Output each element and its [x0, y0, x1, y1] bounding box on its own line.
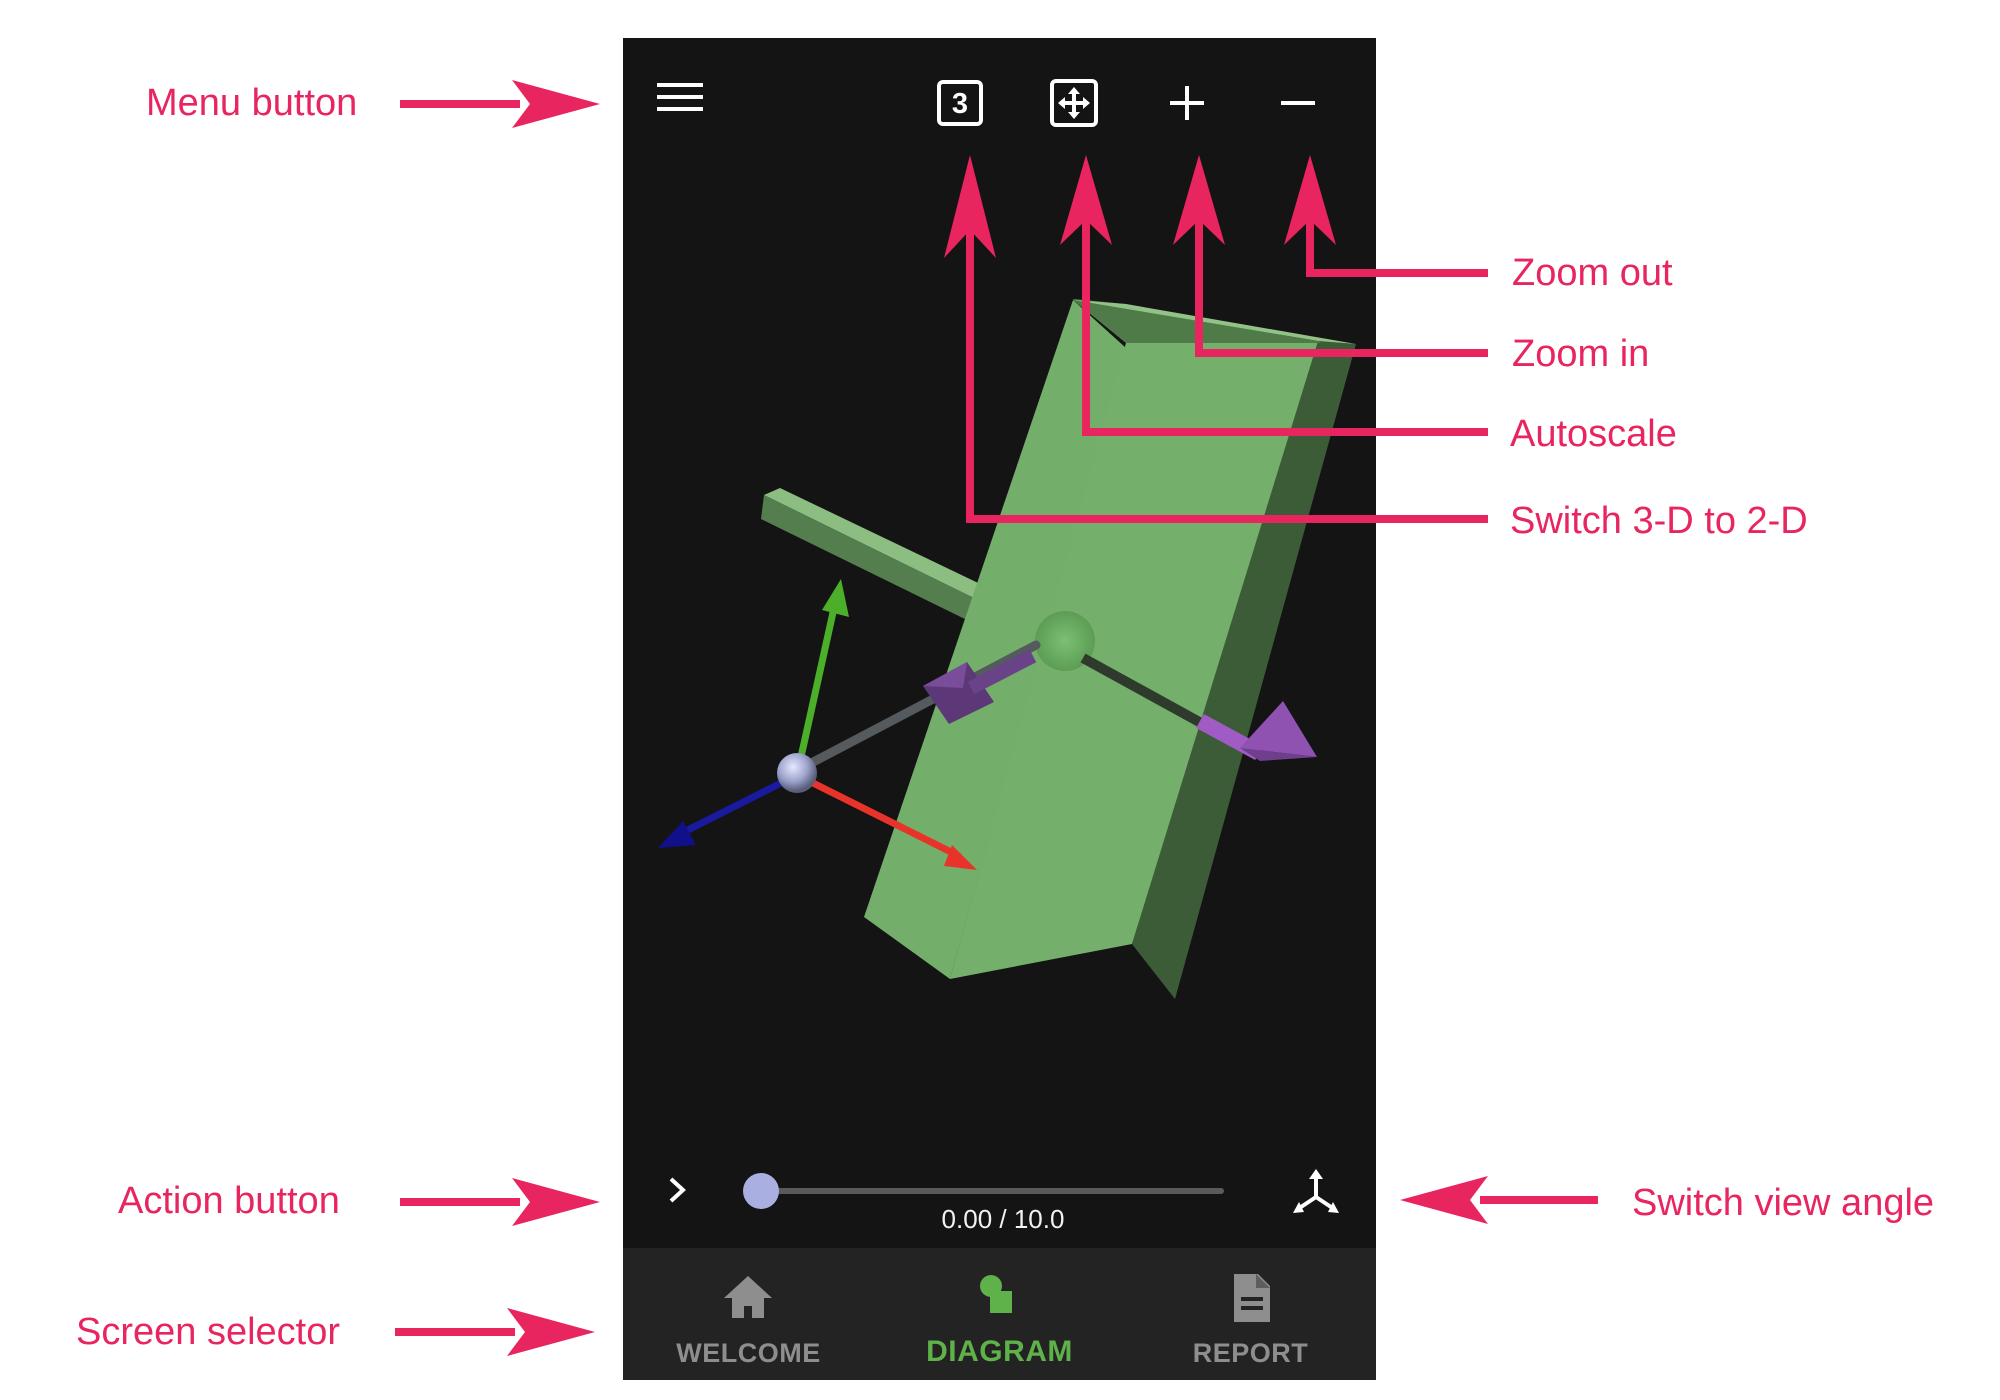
callout-action-button: Action button — [118, 1180, 340, 1222]
tab-welcome[interactable]: WELCOME — [623, 1248, 874, 1380]
callout-screen-selector: Screen selector — [76, 1311, 341, 1353]
callout-menu-button: Menu button — [146, 82, 358, 124]
tab-diagram-label: DIAGRAM — [926, 1335, 1073, 1368]
slider-track — [753, 1188, 1224, 1194]
menu-button[interactable] — [648, 65, 712, 129]
app-diagram-figure: 3 0.00 / 10.0 WELCOME DIAGRAM REPORT Men… — [0, 0, 2000, 1400]
axes-tripod-icon — [1293, 1169, 1339, 1213]
callout-autoscale: Autoscale — [1510, 413, 1677, 455]
minus-icon — [1281, 101, 1315, 105]
zoom-in-button[interactable] — [1155, 71, 1219, 135]
document-icon — [1234, 1274, 1270, 1322]
tab-report-label: REPORT — [1192, 1338, 1309, 1368]
3d-mode-icon: 3 — [937, 80, 983, 126]
zoom-out-button[interactable] — [1266, 71, 1330, 135]
home-icon — [724, 1276, 772, 1318]
app-screen: 3 0.00 / 10.0 WELCOME DIAGRAM REPORT — [623, 38, 1376, 1380]
tab-welcome-label: WELCOME — [676, 1338, 821, 1368]
callout-switch-3d-2d: Switch 3-D to 2-D — [1510, 500, 1808, 542]
switch-3d-2d-button[interactable]: 3 — [928, 71, 992, 135]
scene-viewport[interactable] — [623, 38, 1376, 1198]
time-readout: 0.00 / 10.0 — [941, 1204, 1065, 1234]
tab-report[interactable]: REPORT — [1125, 1248, 1376, 1380]
plus-icon — [1170, 86, 1204, 120]
tab-diagram[interactable]: DIAGRAM — [874, 1248, 1125, 1380]
shapes-icon — [980, 1275, 1012, 1313]
chevron-right-icon — [669, 1177, 686, 1203]
callout-zoom-in: Zoom in — [1512, 333, 1650, 375]
action-button[interactable] — [645, 1158, 709, 1222]
slider-thumb[interactable] — [743, 1173, 779, 1209]
screen-selector: WELCOME DIAGRAM REPORT — [623, 1248, 1376, 1380]
callout-switch-view-angle: Switch view angle — [1632, 1182, 1935, 1224]
switch-view-angle-button[interactable] — [1284, 1162, 1348, 1226]
hamburger-menu-icon — [657, 83, 703, 111]
autoscale-icon — [1050, 79, 1098, 127]
callout-zoom-out: Zoom out — [1512, 252, 1673, 294]
vertical-beam — [864, 299, 1356, 999]
autoscale-button[interactable] — [1042, 71, 1106, 135]
3d-mode-glyph: 3 — [952, 88, 968, 120]
